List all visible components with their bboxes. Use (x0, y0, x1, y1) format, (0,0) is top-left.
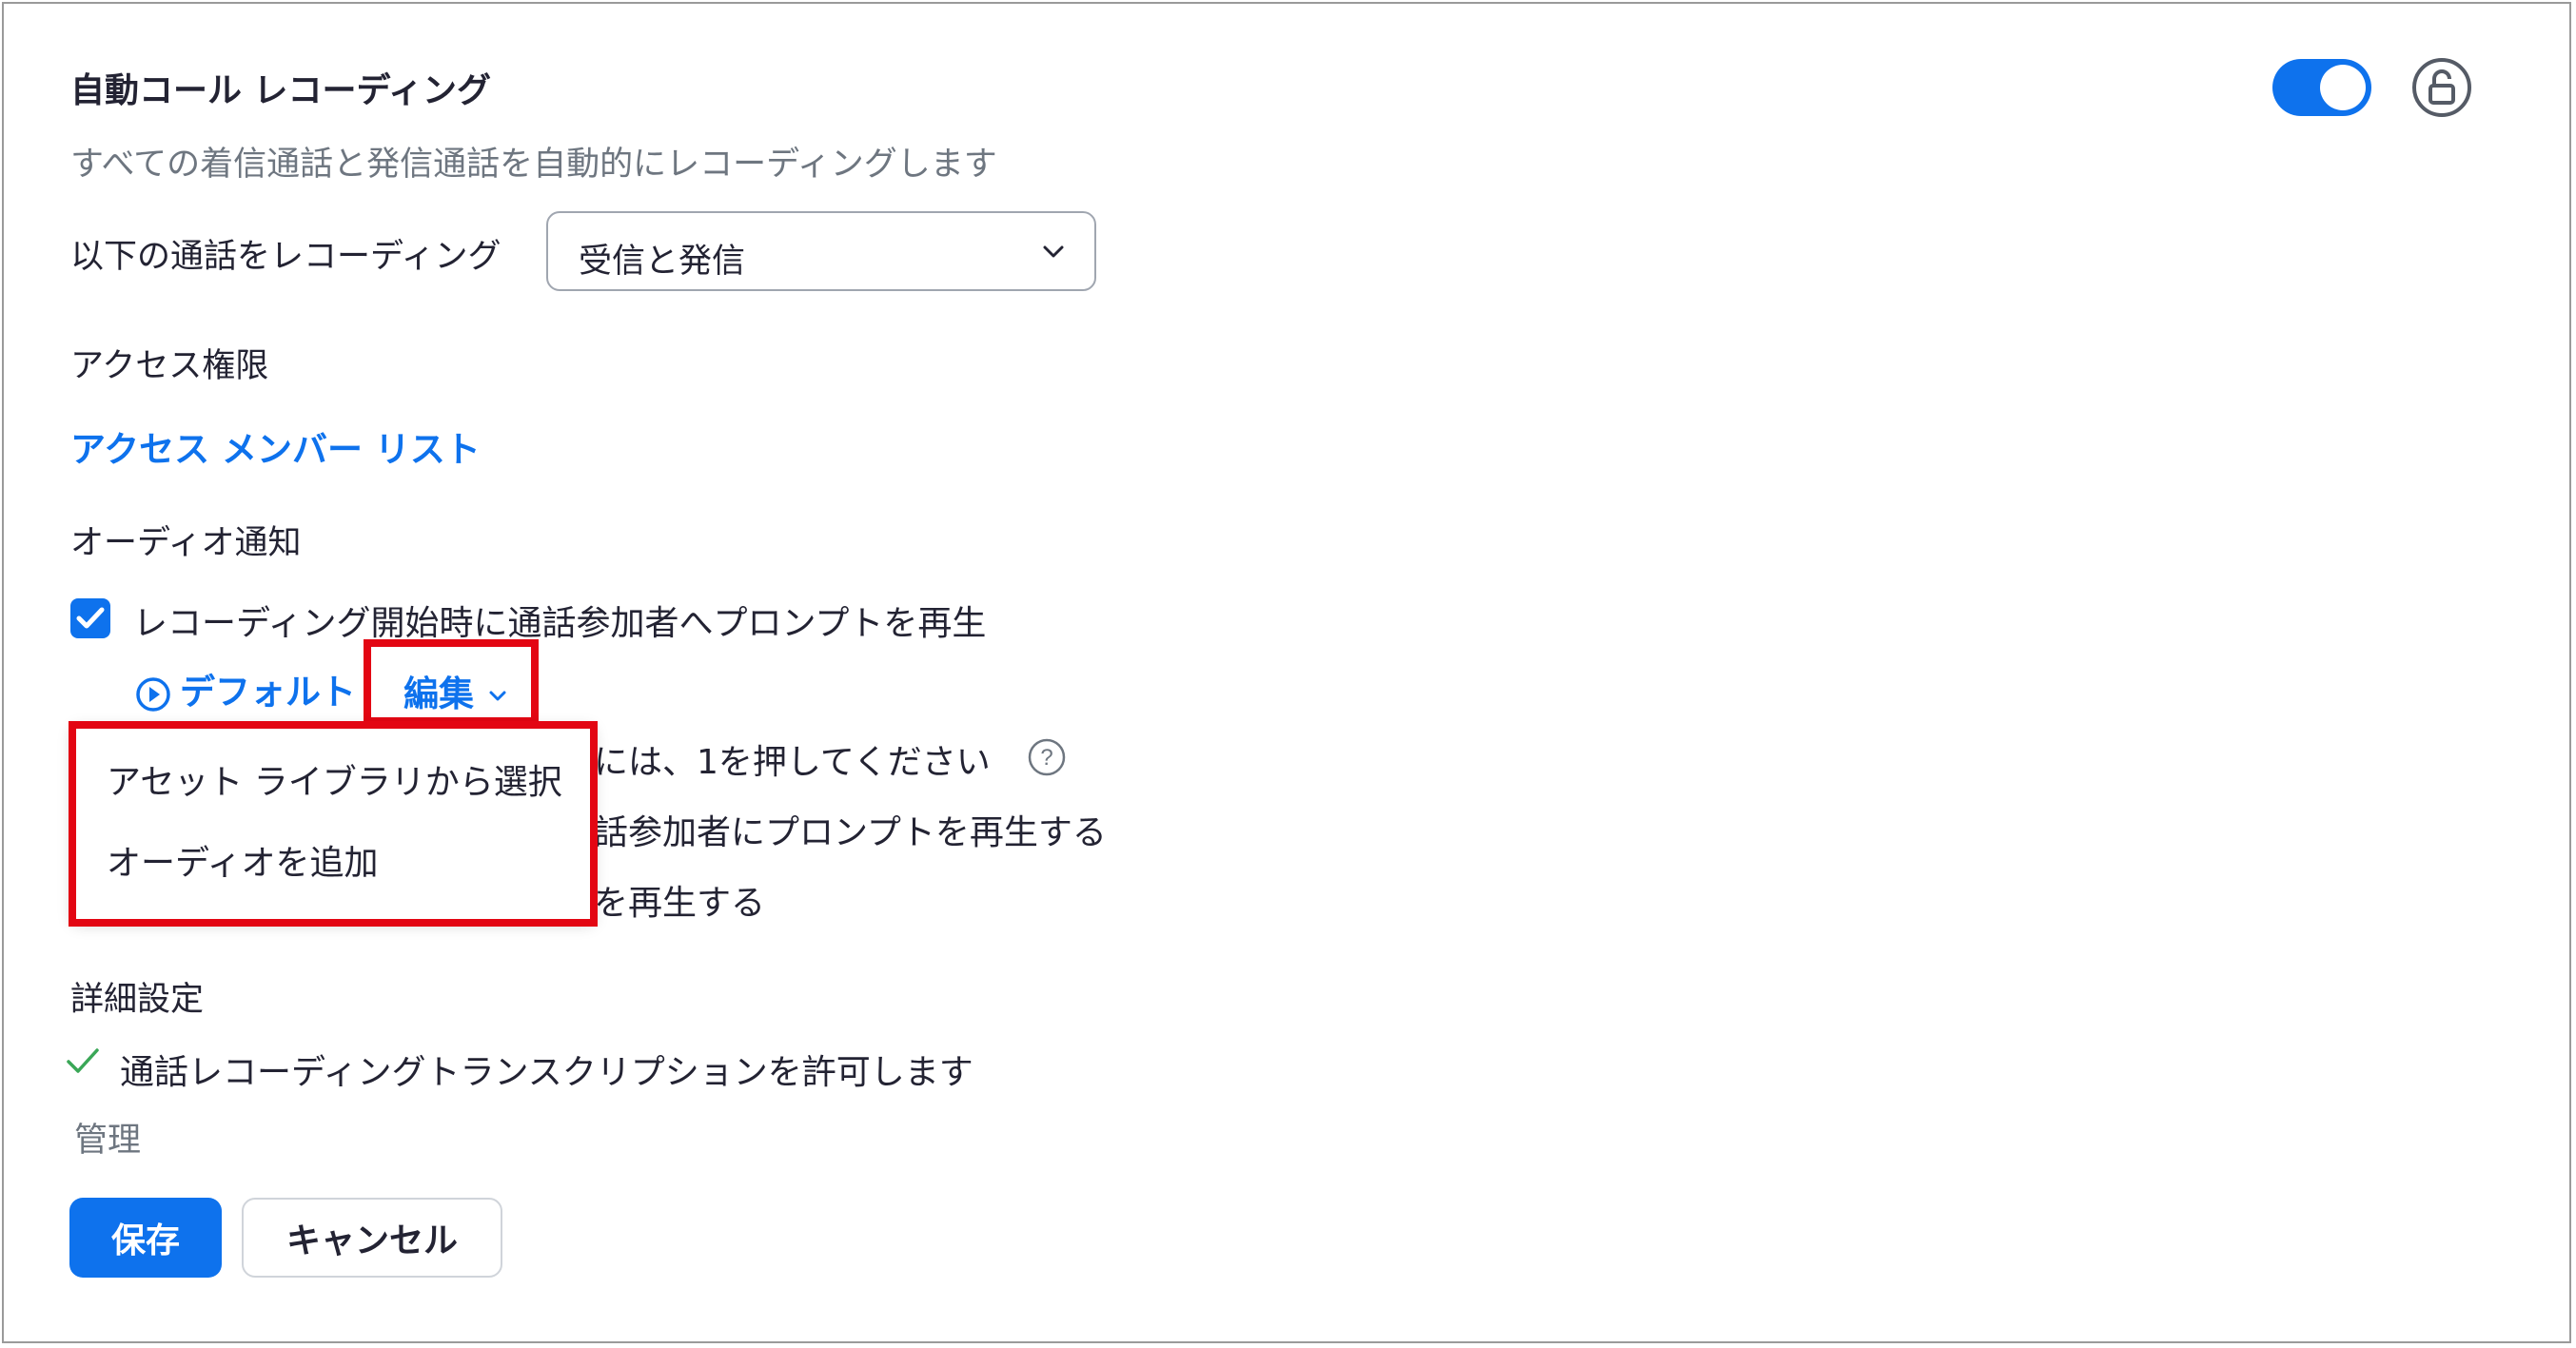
menu-item-add-audio[interactable]: オーディオを追加 (107, 835, 378, 885)
check-icon (76, 607, 105, 629)
chevron-down-icon (1043, 245, 1064, 258)
save-button[interactable]: 保存 (69, 1198, 222, 1278)
default-audio-link[interactable]: デフォルト (134, 663, 356, 714)
advanced-label: 詳細設定 (70, 981, 205, 1019)
edit-label: 編集 (403, 674, 474, 714)
edit-audio-button[interactable]: 編集 (403, 665, 508, 716)
svg-text:?: ? (1040, 745, 1052, 771)
check-icon (67, 1048, 99, 1073)
edit-dropdown-menu: アセット ライブラリから選択 オーディオを追加 (72, 724, 594, 921)
record-calls-select[interactable]: 受信と発信 (546, 211, 1096, 291)
admin-label: 管理 (74, 1122, 142, 1160)
auto-recording-toggle[interactable] (2272, 59, 2371, 116)
cancel-button[interactable]: キャンセル (242, 1198, 502, 1278)
play-tone-option-label: を再生する (594, 884, 766, 923)
default-label: デフォルト (180, 672, 356, 713)
settings-panel: 自動コール レコーディング すべての着信通話と発信通話を自動的にレコーディングし… (2, 2, 2571, 1343)
access-member-list-link[interactable]: アクセス メンバー リスト (70, 420, 481, 472)
unlock-icon[interactable] (2411, 57, 2472, 118)
record-calls-label: 以下の通話をレコーディング (70, 238, 501, 276)
play-circle-icon (136, 676, 170, 712)
select-value: 受信と発信 (579, 243, 746, 281)
access-label: アクセス権限 (70, 347, 269, 385)
play-prompt-checkbox[interactable] (70, 598, 110, 638)
audio-notice-label: オーディオ通知 (70, 524, 302, 562)
press-one-option-label: には、1を押してください (594, 743, 991, 782)
toggle-knob (2320, 65, 2366, 110)
menu-item-asset-library[interactable]: アセット ライブラリから選択 (107, 754, 562, 804)
setting-description: すべての着信通話と発信通話を自動的にレコーディングします (70, 146, 997, 184)
chevron-down-icon (489, 691, 506, 700)
transcription-label: 通話レコーディングトランスクリプションを許可します (120, 1053, 973, 1092)
help-icon[interactable]: ? (1026, 736, 1068, 778)
setting-title: 自動コール レコーディング (70, 71, 492, 110)
play-prompt-label: レコーディング開始時に通話参加者へプロンプトを再生 (133, 604, 987, 643)
prompt-participants-option-label: 話参加者にプロンプトを再生する (594, 813, 1107, 852)
